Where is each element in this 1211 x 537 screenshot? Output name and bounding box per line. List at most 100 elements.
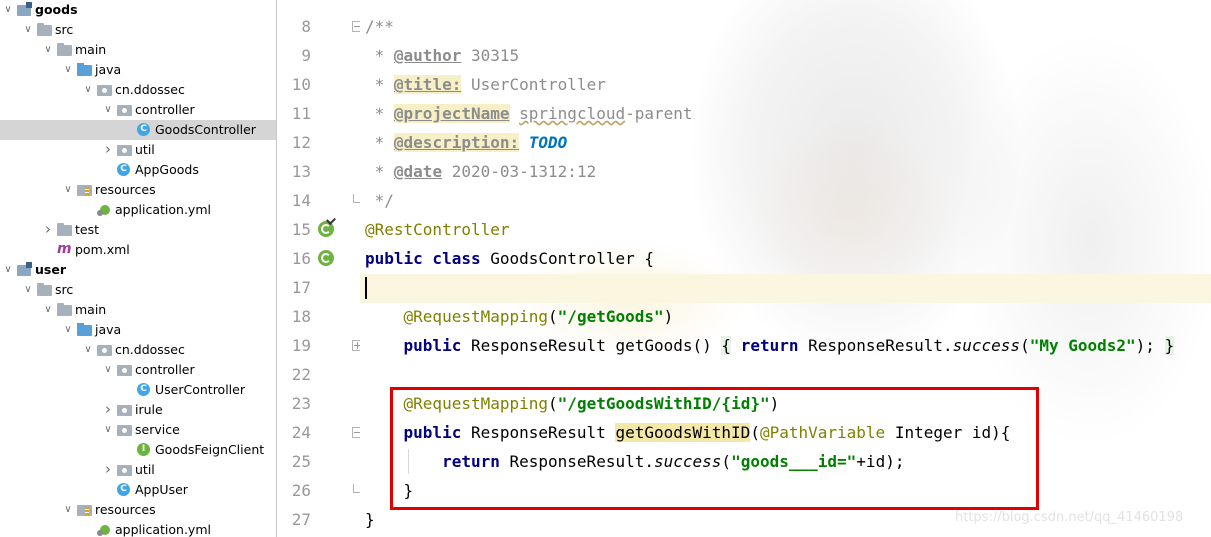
code-token: ( bbox=[750, 423, 760, 442]
code-editor[interactable]: /** * @author 30315 * @title: UserContro… bbox=[360, 0, 1211, 537]
tree-item[interactable]: ∨ controller bbox=[0, 360, 276, 380]
package-icon bbox=[117, 145, 132, 156]
code-line[interactable]: * @description: TODO bbox=[365, 128, 1211, 157]
tree-item[interactable]: C AppUser bbox=[0, 480, 276, 500]
code-line[interactable]: */ bbox=[365, 186, 1211, 215]
tree-item[interactable]: application.yml bbox=[0, 520, 276, 537]
tree-item[interactable]: ∨ main bbox=[0, 300, 276, 320]
tree-item[interactable]: › irule bbox=[0, 400, 276, 420]
tree-item[interactable]: ∨ resources bbox=[0, 180, 276, 200]
tree-item[interactable]: › util bbox=[0, 460, 276, 480]
code-line[interactable]: * @projectName springcloud-parent bbox=[365, 99, 1211, 128]
line-number: 16 bbox=[291, 249, 311, 268]
chevron-down-icon[interactable]: ∨ bbox=[82, 80, 94, 100]
package-icon bbox=[117, 105, 132, 116]
code-line[interactable]: return ResponseResult.success("goods___i… bbox=[365, 447, 1211, 476]
line-number: 22 bbox=[291, 365, 311, 384]
code-line[interactable]: * @date 2020-03-1312:12 bbox=[365, 157, 1211, 186]
chevron-down-icon[interactable]: ∨ bbox=[62, 320, 74, 340]
code-token: 30315 bbox=[461, 46, 520, 65]
code-line[interactable]: } bbox=[365, 476, 1211, 505]
code-line[interactable]: @RequestMapping("/getGoods") bbox=[365, 302, 1211, 331]
chevron-down-icon[interactable]: ∨ bbox=[62, 180, 74, 200]
code-token: @description: bbox=[393, 133, 520, 152]
chevron-down-icon[interactable]: ∨ bbox=[62, 500, 74, 520]
chevron-down-icon[interactable]: ∨ bbox=[2, 0, 14, 20]
chevron-right-icon[interactable]: › bbox=[102, 459, 114, 479]
chevron-down-icon[interactable]: ∨ bbox=[102, 100, 114, 120]
code-line[interactable]: public ResponseResult getGoods() { retur… bbox=[365, 331, 1211, 360]
code-line[interactable]: @RequestMapping("/getGoodsWithID/{id}") bbox=[365, 389, 1211, 418]
tree-item[interactable]: C AppGoods bbox=[0, 160, 276, 180]
code-token: @RequestMapping bbox=[403, 394, 549, 413]
tree-item[interactable]: C UserController bbox=[0, 380, 276, 400]
tree-item-label: GoodsController bbox=[155, 122, 256, 137]
chevron-down-icon[interactable]: ∨ bbox=[42, 40, 54, 60]
tree-item-label: main bbox=[75, 302, 107, 317]
code-token: public class bbox=[365, 249, 481, 268]
chevron-down-icon[interactable]: ∨ bbox=[22, 280, 34, 300]
chevron-down-icon[interactable]: ∨ bbox=[62, 60, 74, 80]
tree-item[interactable]: ∨ cn.ddossec bbox=[0, 80, 276, 100]
chevron-right-icon[interactable]: › bbox=[102, 399, 114, 419]
tree-item[interactable]: ∨ src bbox=[0, 280, 276, 300]
code-token: @PathVariable bbox=[759, 423, 886, 442]
code-line[interactable]: /** bbox=[365, 12, 1211, 41]
tree-item-label: main bbox=[75, 42, 107, 57]
resources-folder-icon bbox=[77, 185, 92, 196]
tree-item[interactable]: ∨ user bbox=[0, 260, 276, 280]
code-token: "/getGoods" bbox=[557, 307, 664, 326]
code-line[interactable]: * @author 30315 bbox=[365, 41, 1211, 70]
chevron-down-icon[interactable]: ∨ bbox=[82, 340, 94, 360]
tree-item[interactable]: ∨ resources bbox=[0, 500, 276, 520]
spring-bean-icon[interactable] bbox=[318, 250, 334, 266]
chevron-right-icon[interactable]: › bbox=[42, 219, 54, 239]
code-line[interactable] bbox=[365, 360, 1211, 389]
chevron-down-icon[interactable]: ∨ bbox=[2, 260, 14, 280]
tree-item-label: irule bbox=[135, 402, 163, 417]
tree-item[interactable]: ∨ main bbox=[0, 40, 276, 60]
tree-item[interactable]: ∨ java bbox=[0, 320, 276, 340]
code-token: springcloud bbox=[519, 104, 626, 123]
code-token: ( bbox=[721, 452, 732, 471]
tree-item[interactable]: ∨ cn.ddossec bbox=[0, 340, 276, 360]
tree-item[interactable]: ∨ src bbox=[0, 20, 276, 40]
tree-item[interactable]: m pom.xml bbox=[0, 240, 276, 260]
code-line[interactable]: public class GoodsController { bbox=[365, 244, 1211, 273]
resources-folder-icon bbox=[77, 505, 92, 516]
tree-item-label: util bbox=[135, 142, 155, 157]
tree-item-label: util bbox=[135, 462, 155, 477]
code-line[interactable]: @RestController bbox=[365, 215, 1211, 244]
code-token: getGoodsWithID bbox=[615, 423, 751, 442]
tree-item[interactable]: › util bbox=[0, 140, 276, 160]
tree-item[interactable]: ∨ goods bbox=[0, 0, 276, 20]
chevron-down-icon[interactable]: ∨ bbox=[42, 300, 54, 320]
code-token: } bbox=[365, 510, 375, 529]
chevron-down-icon[interactable]: ∨ bbox=[22, 20, 34, 40]
chevron-down-icon[interactable]: ∨ bbox=[102, 420, 114, 440]
folder-icon bbox=[37, 23, 52, 36]
tree-item[interactable]: C GoodsController bbox=[0, 120, 276, 140]
tree-item[interactable]: ∨ controller bbox=[0, 100, 276, 120]
editor-gutter: 8 9 10 11 12 13 14 15 16 17 18 19 22 23 24 25 26 27 bbox=[277, 0, 363, 537]
tree-item[interactable]: › test bbox=[0, 220, 276, 240]
tree-item[interactable]: application.yml bbox=[0, 200, 276, 220]
chevron-down-icon[interactable]: ∨ bbox=[102, 360, 114, 380]
line-number: 25 bbox=[291, 452, 311, 471]
code-line[interactable]: public ResponseResult getGoodsWithID(@Pa… bbox=[365, 418, 1211, 447]
line-number: 13 bbox=[291, 162, 311, 181]
tree-item-label: cn.ddossec bbox=[115, 82, 185, 97]
tree-item-label: controller bbox=[135, 362, 195, 377]
code-token: Integer id){ bbox=[885, 423, 1011, 442]
code-token: public bbox=[403, 336, 462, 355]
code-line[interactable]: * @title: UserController bbox=[365, 70, 1211, 99]
tree-item[interactable]: ∨ java bbox=[0, 60, 276, 80]
line-number: 12 bbox=[291, 133, 311, 152]
tree-item[interactable]: I GoodsFeignClient bbox=[0, 440, 276, 460]
tree-item[interactable]: ∨ service bbox=[0, 420, 276, 440]
chevron-right-icon[interactable]: › bbox=[102, 139, 114, 159]
code-line[interactable] bbox=[365, 273, 1211, 302]
